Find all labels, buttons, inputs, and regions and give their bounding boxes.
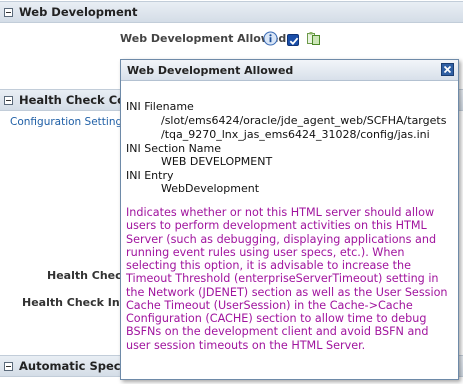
section-title: Web Development (19, 5, 138, 19)
ini-filename-line: /slot/ems6424/oracle/jde_agent_web/SCFHA… (161, 114, 447, 127)
info-icon[interactable] (263, 31, 278, 46)
close-icon[interactable] (441, 63, 454, 76)
collapse-icon[interactable] (4, 361, 13, 371)
help-popup: Web Development Allowed INI Filename /sl… (120, 59, 459, 380)
ini-filename-line: /tqa_9270_lnx_jas_ems6424_31028/config/j… (161, 128, 430, 141)
web-development-allowed-label: Web Development Allowed (120, 32, 287, 45)
paste-icon[interactable] (306, 31, 322, 46)
popup-title: Web Development Allowed (127, 64, 294, 77)
collapse-icon[interactable] (4, 7, 13, 17)
ini-filename-label: INI Filename (126, 100, 194, 113)
section-title: Automatic Spec G (19, 359, 135, 373)
ini-section-label: INI Section Name (126, 142, 222, 155)
web-development-checkbox[interactable] (287, 34, 299, 46)
ini-section-value: WEB DEVELOPMENT (161, 155, 273, 168)
ini-entry-value: WebDevelopment (161, 182, 260, 195)
ini-entry-label: INI Entry (126, 169, 174, 182)
section-header-web-development[interactable]: Web Development (0, 1, 463, 23)
web-development-row: Web Development Allowed (0, 30, 463, 50)
collapse-icon[interactable] (4, 95, 13, 105)
setting-description: Indicates whether or not this HTML serve… (126, 206, 448, 352)
popup-titlebar[interactable]: Web Development Allowed (121, 60, 458, 81)
